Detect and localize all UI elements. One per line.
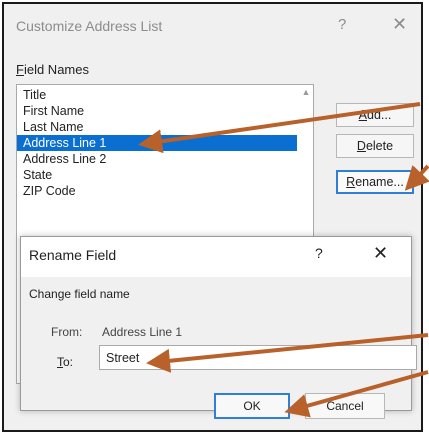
rename-dialog-title: Rename Field (29, 247, 117, 263)
list-item[interactable]: ZIP Code (17, 183, 297, 199)
rename-close-icon[interactable]: ✕ (373, 243, 388, 264)
outer-dialog-title: Customize Address List (16, 18, 163, 34)
rename-field-dialog: Rename Field ? ✕ Change field name From:… (20, 236, 417, 419)
to-label: To: (57, 355, 74, 369)
outer-close-icon[interactable]: ✕ (392, 14, 407, 35)
from-value: Address Line 1 (102, 325, 183, 339)
change-field-name-label: Change field name (29, 287, 130, 301)
delete-button[interactable]: Delete (336, 134, 414, 158)
list-item[interactable]: Address Line 2 (17, 151, 297, 167)
rename-help-button[interactable]: ? (315, 245, 323, 261)
outer-help-button[interactable]: ? (338, 16, 346, 33)
list-item[interactable]: Last Name (17, 119, 297, 135)
cancel-button[interactable]: Cancel (305, 393, 385, 419)
list-item[interactable]: Title (17, 87, 297, 103)
rename-dialog-body: Change field name From: Address Line 1 T… (21, 277, 417, 419)
ok-button[interactable]: OK (214, 393, 290, 419)
rename-button[interactable]: Rename... (336, 170, 414, 194)
to-input[interactable] (99, 345, 417, 370)
field-names-label: Field Names (16, 62, 89, 77)
scroll-up-icon[interactable]: ▲ (300, 87, 312, 101)
from-label: From: (51, 325, 83, 339)
list-item-selected[interactable]: Address Line 1 (17, 135, 297, 151)
list-item[interactable]: First Name (17, 103, 297, 119)
list-item[interactable]: State (17, 167, 297, 183)
add-button[interactable]: Add... (336, 103, 414, 127)
